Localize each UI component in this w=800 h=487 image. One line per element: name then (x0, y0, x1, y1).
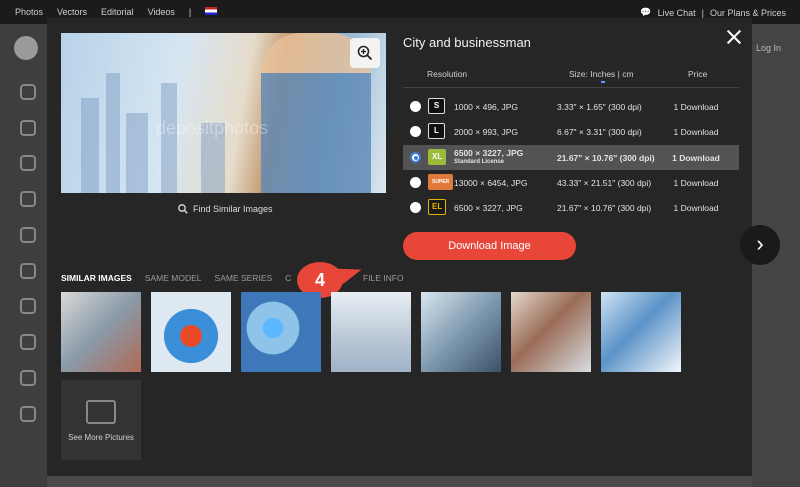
print-size-text: 21.67" × 10.76" (300 dpi) (557, 153, 655, 163)
tab-same-model[interactable]: SAME MODEL (145, 273, 202, 283)
language-flag-icon[interactable] (205, 7, 218, 15)
size-option-s[interactable]: S 1000 × 496, JPG 3.33" × 1.65" (300 dpi… (403, 94, 739, 119)
paint-icon[interactable] (20, 406, 36, 422)
header-price: Price (688, 69, 708, 79)
radio-button[interactable] (410, 126, 421, 137)
units-indicator (601, 81, 605, 83)
header-size-units[interactable]: Size: Inches | cm (569, 69, 634, 79)
header-resolution: Resolution (427, 69, 468, 79)
radio-button[interactable] (410, 202, 421, 213)
related-tabs: SIMILAR IMAGES SAME MODEL SAME SERIES C (61, 273, 304, 283)
similar-thumbnail[interactable] (151, 292, 231, 372)
print-size-text: 3.33" × 1.65" (300 dpi) (557, 102, 642, 112)
logo-icon[interactable] (14, 36, 38, 60)
size-badge-super: SUPER (428, 174, 454, 190)
price-text: 1 Download (673, 102, 719, 112)
login-link[interactable]: Log In (756, 43, 781, 53)
image-icon (86, 400, 116, 424)
el-icon[interactable] (20, 334, 36, 350)
table-divider (403, 87, 739, 88)
tab-similar-images[interactable]: SIMILAR IMAGES (61, 273, 132, 283)
size-badge-el: EL (428, 199, 447, 215)
radio-button[interactable] (410, 101, 421, 112)
nav-vectors[interactable]: Vectors (57, 7, 87, 17)
history-icon[interactable] (20, 120, 36, 136)
price-text: 1 Download (673, 127, 719, 137)
next-arrow-icon[interactable]: › (740, 225, 780, 265)
image-preview[interactable]: depositphotos (61, 33, 386, 193)
scan-icon[interactable] (20, 155, 36, 171)
tab-same-series[interactable]: SAME SERIES (215, 273, 273, 283)
print-size-text: 43.33" × 21.51" (300 dpi) (557, 178, 652, 188)
size-badge-l: L (428, 123, 445, 139)
image-title: City and businessman (403, 35, 531, 50)
price-text: 1 Download (673, 178, 719, 188)
resolution-text: 6500 × 3227, JPG (454, 148, 524, 158)
size-badge-s: S (428, 98, 445, 114)
tab-partial[interactable]: C (285, 273, 291, 283)
plans-link[interactable]: Our Plans & Prices (710, 8, 786, 18)
size-badge-xl: XL (428, 149, 447, 165)
resolution-text: 13000 × 6454, JPG (454, 178, 528, 188)
price-text: 1 Download (672, 153, 720, 163)
resolution-text: 2000 × 993, JPG (454, 127, 519, 137)
radio-button[interactable] (410, 177, 421, 188)
close-icon[interactable] (726, 29, 742, 45)
nav-videos[interactable]: Videos (148, 7, 175, 17)
find-similar-link[interactable]: Find Similar Images (178, 204, 273, 214)
zoom-in-icon (357, 45, 373, 61)
nav-photos[interactable]: Photos (15, 7, 43, 17)
tab-file-info[interactable]: FILE INFO (363, 273, 404, 283)
similar-thumbnail[interactable] (61, 292, 141, 372)
size-option-super[interactable]: SUPER 13000 × 6454, JPG 43.33" × 21.51" … (403, 170, 739, 195)
license-text: Standard License (454, 159, 505, 165)
list-icon[interactable] (20, 298, 36, 314)
find-similar-label: Find Similar Images (193, 204, 273, 214)
user-icon[interactable] (20, 263, 36, 279)
size-option-xl[interactable]: XL 6500 × 3227, JPG Standard License 21.… (403, 145, 739, 170)
menu-icon[interactable] (20, 84, 36, 100)
similar-thumbnail[interactable] (241, 292, 321, 372)
similar-thumbnail[interactable] (331, 292, 411, 372)
see-more-label: See More Pictures (68, 433, 134, 442)
size-option-l[interactable]: L 2000 × 993, JPG 6.67" × 3.31" (300 dpi… (403, 119, 739, 144)
resolution-text: 1000 × 496, JPG (454, 102, 519, 112)
nav-separator: | (188, 7, 192, 17)
download-image-button[interactable]: Download Image (403, 232, 576, 260)
people-icon[interactable] (20, 191, 36, 207)
live-chat-link[interactable]: Live Chat (658, 8, 696, 18)
similar-thumbnail[interactable] (511, 292, 591, 372)
rocket-icon[interactable] (20, 370, 36, 386)
similar-thumbnail[interactable] (601, 292, 681, 372)
document-icon[interactable] (20, 227, 36, 243)
nav-editorial[interactable]: Editorial (101, 7, 134, 17)
print-size-text: 21.67" × 10.76" (300 dpi) (557, 203, 652, 213)
zoom-button[interactable] (350, 38, 380, 68)
see-more-pictures-tile[interactable]: See More Pictures (61, 380, 141, 460)
chat-icon: 💬 (640, 7, 652, 17)
radio-button-selected[interactable] (410, 152, 421, 163)
print-size-text: 6.67" × 3.31" (300 dpi) (557, 127, 642, 137)
price-text: 1 Download (673, 203, 719, 213)
topbar-separator: | (701, 7, 704, 18)
search-icon (178, 204, 188, 214)
resolution-text: 6500 × 3227, JPG (454, 203, 523, 213)
size-option-el[interactable]: EL 6500 × 3227, JPG 21.67" × 10.76" (300… (403, 195, 739, 220)
preview-watermark: depositphotos (156, 118, 269, 138)
similar-thumbnail[interactable] (421, 292, 501, 372)
